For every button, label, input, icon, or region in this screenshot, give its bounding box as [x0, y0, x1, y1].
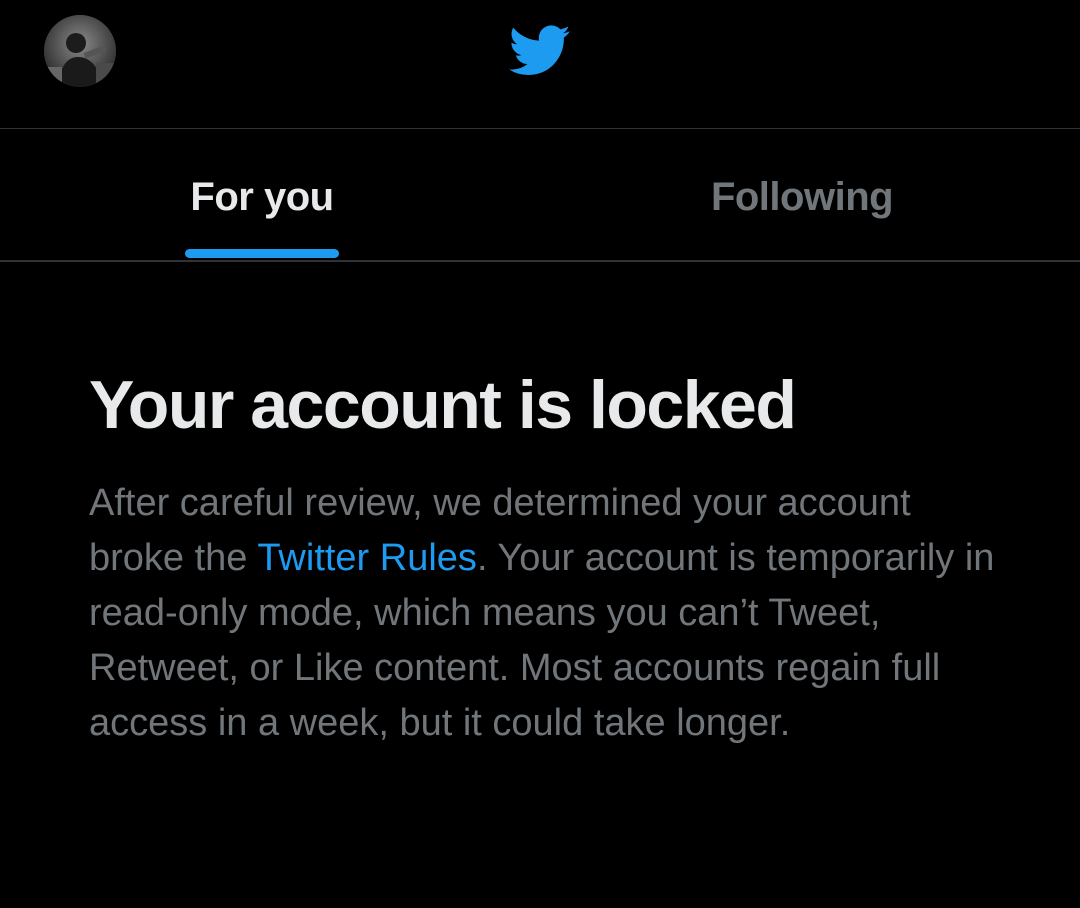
twitter-bird-icon[interactable]: [509, 24, 571, 78]
notice-title: Your account is locked: [89, 367, 797, 443]
twitter-logo-svg: [509, 25, 571, 76]
avatar-photo-icon: [44, 15, 116, 87]
top-bar: [0, 0, 1080, 129]
user-avatar[interactable]: [44, 15, 116, 87]
timeline-tabs: For you Following: [0, 129, 1080, 262]
notice-body: After careful review, we determined your…: [89, 476, 999, 751]
active-tab-indicator: [185, 249, 339, 258]
tab-following-label: Following: [710, 175, 894, 219]
twitter-rules-link[interactable]: Twitter Rules: [257, 537, 477, 579]
tab-for-you[interactable]: For you: [0, 129, 540, 260]
tab-following[interactable]: Following: [540, 129, 1080, 260]
locked-notice: Your account is locked After careful rev…: [89, 364, 1009, 751]
tab-for-you-label: For you: [190, 175, 334, 219]
